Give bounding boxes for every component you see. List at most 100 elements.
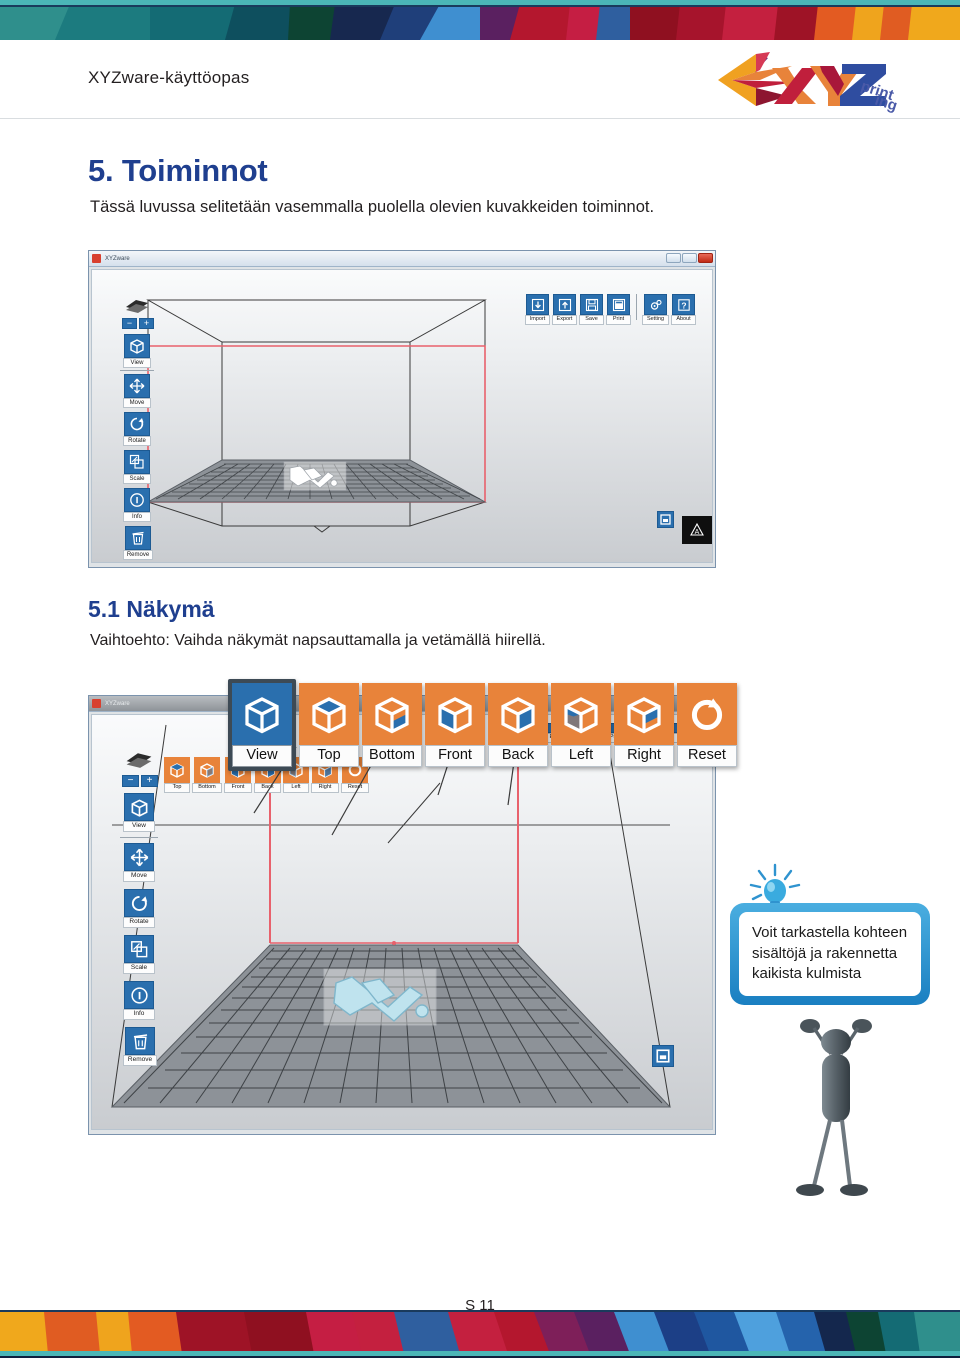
left-tool-info-label-2: Info [123, 1009, 155, 1020]
left-tool-remove-2[interactable]: Remove [123, 1027, 157, 1066]
left-tool-move-2[interactable]: Move [123, 843, 155, 882]
viewbar-callout-right[interactable]: Right [614, 683, 674, 767]
zoom-out-button[interactable]: − [122, 318, 137, 329]
viewbar-btn-top-label: Top [164, 783, 190, 793]
floppy-disk-icon [580, 294, 603, 315]
left-tool-info[interactable]: Info [123, 488, 151, 522]
viewbar-callout-view[interactable]: View [228, 679, 296, 771]
viewbar-btn-reset-label: Reset [341, 783, 369, 793]
left-tool-rotate-label-2: Rotate [123, 917, 155, 928]
top-toolbar-1: Import Export Save Print Setting ? About [525, 294, 696, 325]
minimize-button[interactable] [666, 253, 681, 263]
left-tool-view[interactable]: View [123, 334, 151, 368]
cube-bottom-icon [362, 683, 422, 745]
left-tool-move[interactable]: Move [123, 374, 151, 408]
window-client-1: − + View Move Rotate Scale Info Remove I… [91, 269, 713, 563]
cube-back-icon [488, 683, 548, 745]
info-icon-2 [124, 981, 154, 1009]
page-title: 5. Toiminnot [88, 153, 268, 188]
viewbar-btn-top[interactable]: Top [164, 757, 190, 793]
toolbar-import[interactable]: Import [525, 294, 550, 325]
top-decorative-banner [0, 0, 960, 40]
rail-divider-2 [120, 837, 158, 838]
xyzware-window-1: XYZware − + View Move Rotate Scale Info … [88, 250, 716, 568]
stack-layers-icon-2 [126, 753, 152, 768]
cube-icon [124, 334, 150, 358]
mascot-stick-figure [778, 1018, 888, 1213]
left-tool-move-label: Move [123, 398, 151, 408]
viewbar-callout-bottom-label: Bottom [362, 745, 422, 767]
toolbar-import-label: Import [525, 315, 550, 325]
zoom-controls-2: − + [122, 775, 158, 787]
fit-to-platform-icon-2[interactable] [652, 1045, 674, 1067]
left-tool-info-2[interactable]: Info [123, 981, 155, 1020]
toolbar-about-label: About [671, 315, 696, 325]
cube-icon-2 [124, 793, 154, 821]
viewport-2: − + View Move Rotate Scale Info Remove T… [92, 715, 712, 1129]
scale-icon [124, 450, 150, 474]
fit-to-platform-icon[interactable] [657, 511, 674, 528]
window-client-2: − + View Move Rotate Scale Info Remove T… [91, 714, 713, 1130]
left-tool-rotate-label: Rotate [123, 436, 151, 446]
left-tool-rotate[interactable]: Rotate [123, 412, 151, 446]
stack-layers-icon [126, 300, 148, 313]
reset-circle-icon [677, 683, 737, 745]
xyzprinting-logo: print ing [710, 48, 900, 114]
viewbar-btn-bottom[interactable]: Bottom [192, 757, 222, 793]
zoom-in-button-2[interactable]: + [141, 775, 158, 787]
left-tool-scale-label: Scale [123, 474, 151, 484]
header-divider [0, 118, 960, 119]
toolbar-save-label: Save [579, 315, 604, 325]
viewbar-callout-left[interactable]: Left [551, 683, 611, 767]
left-tool-remove-label-2: Remove [123, 1055, 157, 1066]
bottom-decorative-banner [0, 1310, 960, 1358]
cube-front-icon [425, 683, 485, 745]
view-toolbar-callout: View Top Bottom Front Back Left Right Re… [228, 679, 737, 771]
left-tool-view-2[interactable]: View [123, 793, 155, 832]
tip-callout-bubble: Voit tarkastella kohteen sisältöjä ja ra… [730, 903, 930, 1006]
build-envelope-1 [146, 299, 487, 533]
viewport-1: − + View Move Rotate Scale Info Remove I… [92, 270, 712, 562]
viewbar-callout-right-label: Right [614, 745, 674, 767]
close-button[interactable] [698, 253, 713, 263]
info-icon [124, 488, 150, 512]
viewbar-callout-left-label: Left [551, 745, 611, 767]
zoom-in-button[interactable]: + [139, 318, 154, 329]
app-icon-2 [92, 699, 101, 708]
page-header: XYZware-käyttöopas print ing [0, 40, 960, 120]
viewbar-btn-right-label: Right [311, 783, 339, 793]
rotate-icon [124, 412, 150, 436]
left-tool-move-label-2: Move [123, 871, 155, 882]
viewbar-callout-front-label: Front [425, 745, 485, 767]
toolbar-export[interactable]: Export [552, 294, 577, 325]
left-tool-remove[interactable]: Remove [123, 526, 153, 560]
gear-icon [644, 294, 667, 315]
left-tool-rotate-2[interactable]: Rotate [123, 889, 155, 928]
toolbar-setting[interactable]: Setting [642, 294, 669, 325]
left-tool-view-label: View [123, 358, 151, 368]
viewbar-callout-back[interactable]: Back [488, 683, 548, 767]
svg-text:?: ? [681, 300, 686, 310]
svg-text:A: A [695, 529, 700, 536]
toolbar-about[interactable]: ? About [671, 294, 696, 325]
viewbar-callout-reset[interactable]: Reset [677, 683, 737, 767]
zoom-out-button-2[interactable]: − [122, 775, 139, 787]
left-tool-scale-2[interactable]: Scale [123, 935, 155, 974]
viewbar-callout-bottom[interactable]: Bottom [362, 683, 422, 767]
viewbar-btn-left-label: Left [283, 783, 309, 793]
toolbar-save[interactable]: Save [579, 294, 604, 325]
subsection-intro-text: Vaihtoehto: Vaihda näkymät napsauttamall… [90, 632, 546, 649]
left-tool-scale[interactable]: Scale [123, 450, 151, 484]
trash-icon [125, 526, 151, 550]
toolbar-print[interactable]: Print [606, 294, 631, 325]
app-icon [92, 254, 101, 263]
section-intro-text: Tässä luvussa selitetään vasemmalla puol… [90, 198, 655, 216]
export-arrow-up-icon [553, 294, 576, 315]
viewbar-callout-front[interactable]: Front [425, 683, 485, 767]
maximize-button[interactable] [682, 253, 697, 263]
cube-top-icon [299, 683, 359, 745]
left-tool-info-label: Info [123, 512, 151, 522]
viewbar-callout-top[interactable]: Top [299, 683, 359, 767]
window-title-1: XYZware [105, 255, 130, 262]
left-toolbar-1: − + View Move Rotate Scale Info Remove [120, 298, 154, 562]
